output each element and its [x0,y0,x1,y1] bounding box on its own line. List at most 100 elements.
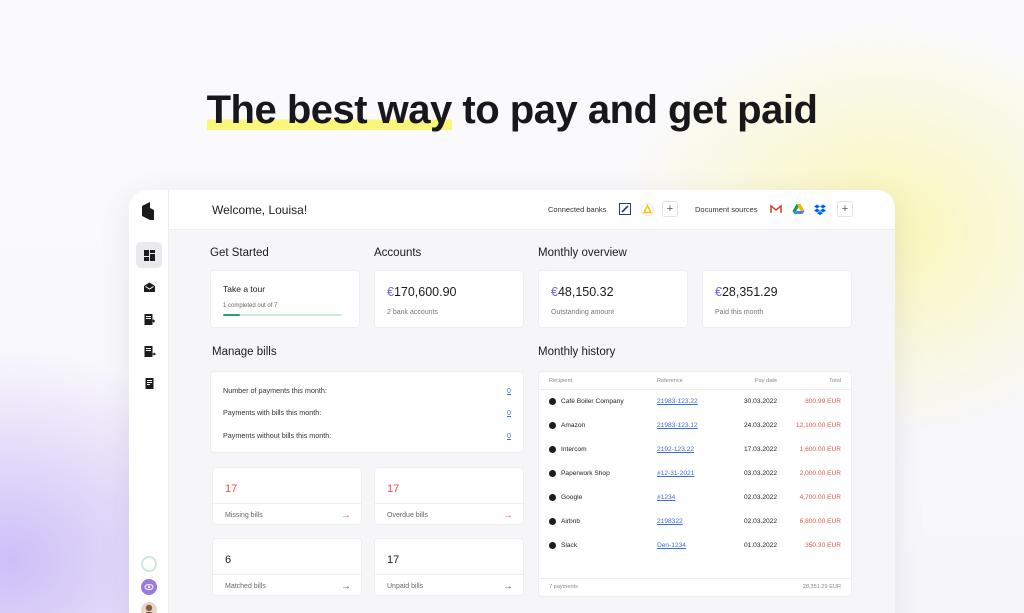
row-total: 2,000.00 EUR [799,470,841,477]
add-source-button[interactable]: + [837,201,853,217]
row-recipient: Café Boiler Company [561,398,624,405]
tour-card[interactable]: Take a tour 1 completed out of 7 [210,270,360,328]
accounts-sub: 2 bank accounts [387,309,438,316]
gmail-icon[interactable] [769,202,783,216]
sidebar-rail [129,190,169,613]
monthly-history-title: Monthly history [538,346,616,358]
get-started-title: Get Started [210,247,269,259]
accounts-card[interactable]: €170,600.90 2 bank accounts [374,270,524,328]
divider [375,574,523,575]
table-row[interactable]: Slack Den-1234 01.03.2022 350.30 EUR [539,535,851,559]
hero-headline: The best way to pay and get paid [0,88,1024,133]
topbar: Welcome, Louisa! Connected banks + Docum… [169,190,895,230]
arrow-right-icon[interactable]: → [341,510,351,521]
monthly-overview-title: Monthly overview [538,247,627,259]
missing-bills-label: Missing bills [225,512,263,519]
document-sources-label: Document sources [695,205,758,214]
bills-row-payments: Number of payments this month: 0 [223,386,511,395]
divider [213,574,361,575]
row-reference-link[interactable]: Den-1234 [657,542,686,549]
row-total: 6,800.00 EUR [799,518,841,525]
sparkasse-icon[interactable] [640,202,654,216]
row-total: 1,600.00 EUR [799,446,841,453]
table-row[interactable]: Paperwork Shop #12-31-2021 03.03.2022 2,… [539,463,851,487]
brand-logo-icon[interactable] [139,200,157,222]
row-reference-link[interactable]: #1234 [657,494,675,501]
row-reference-link[interactable]: 2198322 [657,518,683,525]
nav-documents[interactable] [136,370,162,396]
divider [539,578,851,579]
bills-row-with-bills: Payments with bills this month: 0 [223,408,511,417]
table-row[interactable]: Café Boiler Company 21983-123.22 30.03.2… [539,391,851,415]
eye-icon[interactable] [141,579,157,595]
overdue-bills-label: Overdue bills [387,512,428,519]
inbox-icon [143,282,155,292]
table-row[interactable]: Intercom 2192-123.22 17.03.2022 1,600.00… [539,439,851,463]
matched-bills-card[interactable]: 6 Matched bills → [212,538,362,596]
deutsche-bank-icon[interactable] [618,202,632,216]
arrow-right-icon[interactable]: → [503,581,513,592]
col-header-total: Total [829,378,841,384]
row-reference-link[interactable]: 21983-123.12 [657,422,698,429]
outstanding-card[interactable]: €48,150.32 Outstanding amount [538,270,688,328]
arrow-right-icon[interactable]: → [341,581,351,592]
row-date: 01.03.2022 [743,542,777,549]
row-total: 12,100.00 EUR [795,422,841,429]
row-date: 30.03.2022 [743,398,777,405]
dropbox-icon[interactable] [813,202,827,216]
row-reference-link[interactable]: 2192-123.22 [657,446,694,453]
tour-progress-fill [223,314,240,316]
document-icon [145,377,153,389]
connected-banks-label: Connected banks [548,205,607,214]
company-logo-icon [549,518,556,525]
company-logo-icon [549,398,556,405]
table-row[interactable]: Google #1234 02.03.2022 4,700.00 EUR [539,487,851,511]
bills-row-label: Payments with bills this month: [223,408,322,417]
avatar[interactable] [141,602,157,613]
dashboard-icon [143,249,155,261]
paid-card[interactable]: €28,351.29 Paid this month [702,270,852,328]
status-ring-icon[interactable] [141,556,157,572]
tour-progress-bar [223,314,342,316]
bills-row-value-link[interactable]: 0 [507,431,511,440]
table-row[interactable]: Airbnb 2198322 02.03.2022 6,800.00 EUR [539,511,851,535]
bills-summary-card: Number of payments this month: 0 Payment… [210,371,524,453]
row-reference-link[interactable]: 21983-123.22 [657,398,698,405]
unpaid-bills-count: 17 [387,554,400,566]
monthly-history-table: Recipient Reference Pay date Total Café … [538,371,852,597]
overdue-bills-card[interactable]: 17 Overdue bills → [374,467,524,525]
nav-bill-pay[interactable] [136,338,162,364]
divider [375,503,523,504]
row-date: 02.03.2022 [743,518,777,525]
bills-row-label: Payments without bills this month: [223,431,332,440]
row-reference-link[interactable]: #12-31-2021 [657,470,694,477]
bills-row-value-link[interactable]: 0 [507,386,511,395]
arrow-right-icon[interactable]: → [503,510,513,521]
manage-bills-title: Manage bills [212,346,277,358]
row-date: 03.03.2022 [743,470,777,477]
row-recipient: Amazon [561,422,586,429]
row-date: 02.03.2022 [743,494,777,501]
add-bank-button[interactable]: + [662,201,678,217]
outstanding-amount-value: 48,150.32 [557,285,614,299]
currency-symbol: € [715,285,722,299]
missing-bills-card[interactable]: 17 Missing bills → [212,467,362,525]
row-date: 17.03.2022 [743,446,777,453]
table-row[interactable]: Amazon 21983-123.12 24.03.2022 12,100.00… [539,415,851,439]
unpaid-bills-card[interactable]: 17 Unpaid bills → [374,538,524,596]
row-recipient: Paperwork Shop [561,470,610,477]
paid-amount-value: 28,351.29 [721,285,778,299]
history-footer-total: 28,351.29 EUR [802,584,841,590]
row-total: 4,700.00 EUR [799,494,841,501]
nav-dashboard[interactable] [136,242,162,268]
nav-inbox[interactable] [136,274,162,300]
row-recipient: Intercom [561,446,587,453]
company-logo-icon [549,446,556,453]
nav-bill-add[interactable] [136,306,162,332]
company-logo-icon [549,470,556,477]
history-footer-count: 7 payments [549,584,578,590]
outstanding-amount: €48,150.32 [551,285,614,299]
bills-row-value-link[interactable]: 0 [507,408,511,417]
google-drive-icon[interactable] [791,202,805,216]
tour-progress-text: 1 completed out of 7 [223,303,278,309]
